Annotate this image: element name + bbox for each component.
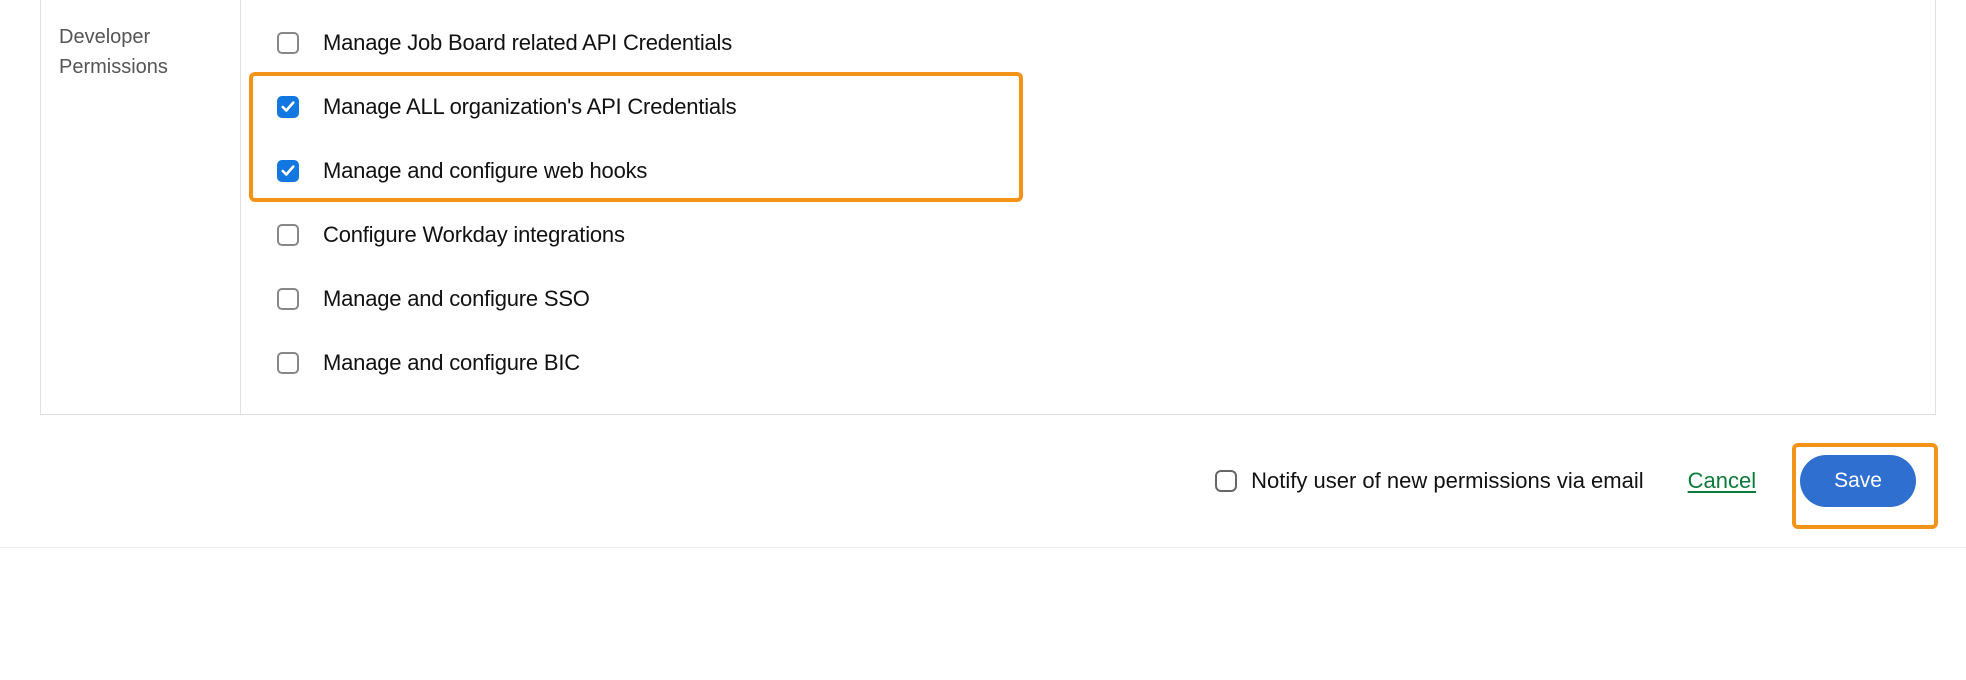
permission-label: Manage and configure BIC	[323, 350, 580, 376]
cancel-link[interactable]: Cancel	[1688, 468, 1756, 494]
check-icon	[281, 164, 295, 178]
notify-label: Notify user of new permissions via email	[1251, 468, 1643, 494]
permission-row-bic: Manage and configure BIC	[277, 340, 1899, 386]
permissions-options: Manage Job Board related API Credentials…	[241, 0, 1935, 414]
permission-label: Manage Job Board related API Credentials	[323, 30, 732, 56]
permission-row-job-board-api: Manage Job Board related API Credentials	[277, 20, 1899, 66]
checkbox-all-api[interactable]	[277, 96, 299, 118]
section-label-line2: Permissions	[59, 52, 222, 82]
permission-row-workday: Configure Workday integrations	[277, 212, 1899, 258]
save-button[interactable]: Save	[1800, 455, 1916, 507]
permission-row-all-api: Manage ALL organization's API Credential…	[277, 84, 1899, 130]
section-label: Developer Permissions	[41, 0, 241, 414]
checkbox-sso[interactable]	[277, 288, 299, 310]
check-icon	[281, 100, 295, 114]
permission-row-web-hooks: Manage and configure web hooks	[277, 148, 1899, 194]
permissions-section: Developer Permissions Manage Job Board r…	[40, 0, 1936, 415]
notify-group: Notify user of new permissions via email	[1215, 468, 1643, 494]
section-label-line1: Developer	[59, 22, 222, 52]
permission-label: Manage and configure web hooks	[323, 158, 647, 184]
permission-label: Manage ALL organization's API Credential…	[323, 94, 736, 120]
checkbox-bic[interactable]	[277, 352, 299, 374]
permission-row-sso: Manage and configure SSO	[277, 276, 1899, 322]
permission-label: Manage and configure SSO	[323, 286, 590, 312]
permission-label: Configure Workday integrations	[323, 222, 625, 248]
checkbox-web-hooks[interactable]	[277, 160, 299, 182]
footer-actions: Notify user of new permissions via email…	[0, 415, 1966, 547]
checkbox-workday[interactable]	[277, 224, 299, 246]
checkbox-job-board-api[interactable]	[277, 32, 299, 54]
bottom-divider	[0, 547, 1966, 548]
checkbox-notify-email[interactable]	[1215, 470, 1237, 492]
